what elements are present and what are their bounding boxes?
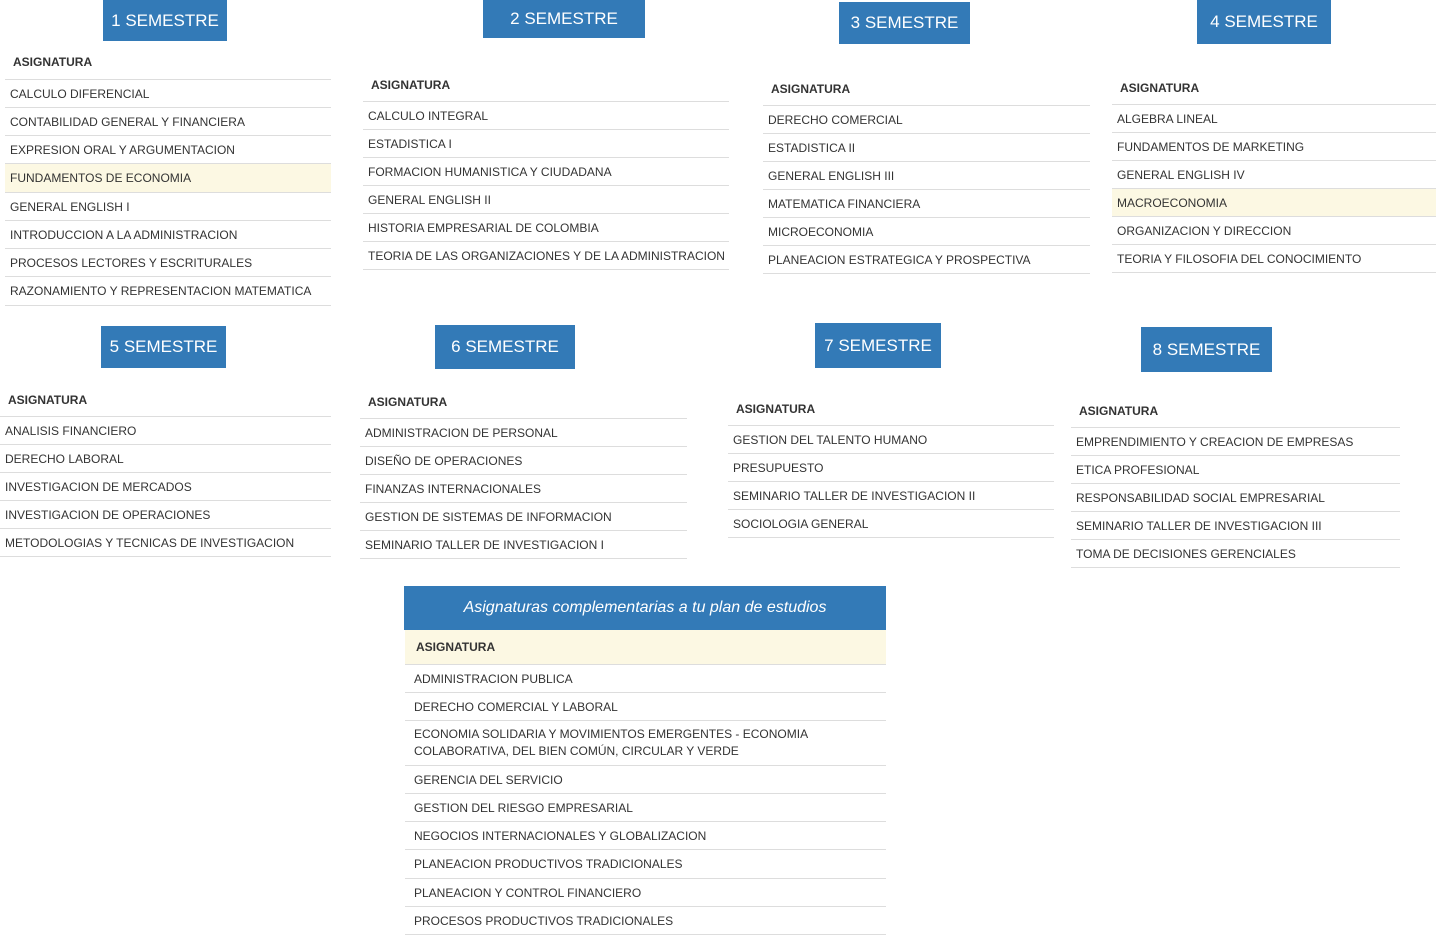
subject-row[interactable]: ESTADISTICA II <box>763 134 1090 162</box>
table-header: ASIGNATURA <box>405 630 886 665</box>
subject-row[interactable]: ADMINISTRACION DE PERSONAL <box>360 419 687 447</box>
subject-line: ECONOMIA SOLIDARIA Y MOVIMIENTOS EMERGEN… <box>414 727 809 741</box>
subject-row[interactable]: GENERAL ENGLISH IV <box>1112 161 1436 189</box>
subject-row[interactable]: GENERAL ENGLISH I <box>5 193 331 221</box>
subject-row[interactable]: INVESTIGACION DE OPERACIONES <box>0 501 331 529</box>
semester-6-table: ASIGNATURA ADMINISTRACION DE PERSONAL DI… <box>360 385 687 559</box>
subject-row[interactable]: SEMINARIO TALLER DE INVESTIGACION II <box>728 482 1054 510</box>
table-header: ASIGNATURA <box>728 392 1054 426</box>
table-header: ASIGNATURA <box>763 72 1090 106</box>
subject-row[interactable]: ETICA PROFESIONAL <box>1071 456 1400 484</box>
subject-row[interactable]: DERECHO LABORAL <box>0 445 331 473</box>
semester-2-button[interactable]: 2 SEMESTRE <box>483 0 645 38</box>
subject-row[interactable]: SOCIOLOGIA GENERAL <box>728 510 1054 538</box>
semester-8-button[interactable]: 8 SEMESTRE <box>1141 327 1272 372</box>
semester-5-table: ASIGNATURA ANALISIS FINANCIERO DERECHO L… <box>0 383 331 557</box>
subject-row[interactable]: GESTION DE SISTEMAS DE INFORMACION <box>360 503 687 531</box>
subject-row[interactable]: SEMINARIO TALLER DE INVESTIGACION III <box>1071 512 1400 540</box>
subject-row[interactable]: PLANEACION ESTRATEGICA Y PROSPECTIVA <box>763 246 1090 274</box>
subject-row-highlighted[interactable]: MACROECONOMIA <box>1112 189 1436 217</box>
subject-row[interactable]: PLANEACION Y CONTROL FINANCIERO <box>405 879 886 907</box>
subject-row[interactable]: DERECHO COMERCIAL <box>763 106 1090 134</box>
subject-row[interactable]: GESTION DEL RIESGO EMPRESARIAL <box>405 794 886 822</box>
table-header: ASIGNATURA <box>363 68 729 102</box>
subject-row[interactable]: PROCESOS PRODUCTIVOS TRADICIONALES <box>405 907 886 935</box>
semester-1-button[interactable]: 1 SEMESTRE <box>103 0 227 41</box>
subject-row[interactable]: TEORIA Y FILOSOFIA DEL CONOCIMIENTO <box>1112 245 1436 273</box>
subject-line: COLABORATIVA, DEL BIEN COMÚN, CIRCULAR Y… <box>414 744 739 758</box>
subject-row[interactable]: PRESUPUESTO <box>728 454 1054 482</box>
semester-5-button[interactable]: 5 SEMESTRE <box>101 326 226 368</box>
subject-row-highlighted[interactable]: FUNDAMENTOS DE ECONOMIA <box>5 164 331 193</box>
subject-row[interactable]: MICROECONOMIA <box>763 218 1090 246</box>
table-header: ASIGNATURA <box>360 385 687 419</box>
subject-row[interactable]: FORMACION HUMANISTICA Y CIUDADANA <box>363 158 729 186</box>
subject-row[interactable]: CALCULO DIFERENCIAL <box>5 80 331 108</box>
subject-row[interactable]: DERECHO COMERCIAL Y LABORAL <box>405 693 886 721</box>
complementary-title-button[interactable]: Asignaturas complementarias a tu plan de… <box>404 586 886 630</box>
semester-4-table: ASIGNATURA ALGEBRA LINEAL FUNDAMENTOS DE… <box>1112 71 1436 273</box>
semester-8-table: ASIGNATURA EMPRENDIMIENTO Y CREACION DE … <box>1071 394 1400 568</box>
subject-row[interactable]: NEGOCIOS INTERNACIONALES Y GLOBALIZACION <box>405 822 886 850</box>
semester-1-table: ASIGNATURA CALCULO DIFERENCIAL CONTABILI… <box>5 45 331 306</box>
complementary-table: ASIGNATURA ADMINISTRACION PUBLICA DERECH… <box>405 630 886 935</box>
subject-row[interactable]: ANALISIS FINANCIERO <box>0 417 331 445</box>
semester-6-button[interactable]: 6 SEMESTRE <box>435 325 575 369</box>
subject-row[interactable]: RAZONAMIENTO Y REPRESENTACION MATEMATICA <box>5 277 331 306</box>
subject-row[interactable]: TEORIA DE LAS ORGANIZACIONES Y DE LA ADM… <box>363 242 729 270</box>
subject-row[interactable]: EXPRESION ORAL Y ARGUMENTACION <box>5 136 331 164</box>
table-header: ASIGNATURA <box>1071 394 1400 428</box>
subject-row[interactable]: METODOLOGIAS Y TECNICAS DE INVESTIGACION <box>0 529 331 557</box>
subject-row[interactable]: PROCESOS LECTORES Y ESCRITURALES <box>5 249 331 277</box>
semester-3-button[interactable]: 3 SEMESTRE <box>839 2 970 44</box>
semester-4-button[interactable]: 4 SEMESTRE <box>1197 0 1331 44</box>
table-header: ASIGNATURA <box>5 45 331 80</box>
subject-row[interactable]: EMPRENDIMIENTO Y CREACION DE EMPRESAS <box>1071 428 1400 456</box>
semester-7-table: ASIGNATURA GESTION DEL TALENTO HUMANO PR… <box>728 392 1054 538</box>
subject-row[interactable]: INTRODUCCION A LA ADMINISTRACION <box>5 221 331 249</box>
subject-row[interactable]: TOMA DE DECISIONES GERENCIALES <box>1071 540 1400 568</box>
semester-3-table: ASIGNATURA DERECHO COMERCIAL ESTADISTICA… <box>763 72 1090 274</box>
table-header: ASIGNATURA <box>0 383 331 417</box>
subject-row[interactable]: HISTORIA EMPRESARIAL DE COLOMBIA <box>363 214 729 242</box>
subject-row[interactable]: ALGEBRA LINEAL <box>1112 105 1436 133</box>
subject-row[interactable]: ADMINISTRACION PUBLICA <box>405 665 886 693</box>
subject-row[interactable]: MATEMATICA FINANCIERA <box>763 190 1090 218</box>
table-header: ASIGNATURA <box>1112 71 1436 105</box>
subject-row[interactable]: DISEÑO DE OPERACIONES <box>360 447 687 475</box>
subject-row[interactable]: INVESTIGACION DE MERCADOS <box>0 473 331 501</box>
semester-7-button[interactable]: 7 SEMESTRE <box>815 323 941 368</box>
subject-row[interactable]: CALCULO INTEGRAL <box>363 102 729 130</box>
subject-row[interactable]: FINANZAS INTERNACIONALES <box>360 475 687 503</box>
subject-row[interactable]: CONTABILIDAD GENERAL Y FINANCIERA <box>5 108 331 136</box>
subject-row[interactable]: GENERAL ENGLISH III <box>763 162 1090 190</box>
subject-row[interactable]: SEMINARIO TALLER DE INVESTIGACION I <box>360 531 687 559</box>
semester-2-table: ASIGNATURA CALCULO INTEGRAL ESTADISTICA … <box>363 68 729 270</box>
subject-row[interactable]: ESTADISTICA I <box>363 130 729 158</box>
subject-row[interactable]: FUNDAMENTOS DE MARKETING <box>1112 133 1436 161</box>
subject-row[interactable]: GERENCIA DEL SERVICIO <box>405 766 886 794</box>
subject-row[interactable]: GENERAL ENGLISH II <box>363 186 729 214</box>
subject-row[interactable]: GESTION DEL TALENTO HUMANO <box>728 426 1054 454</box>
subject-row[interactable]: RESPONSABILIDAD SOCIAL EMPRESARIAL <box>1071 484 1400 512</box>
subject-row[interactable]: ORGANIZACION Y DIRECCION <box>1112 217 1436 245</box>
subject-row[interactable]: PLANEACION PRODUCTIVOS TRADICIONALES <box>405 850 886 879</box>
subject-row-multiline[interactable]: ECONOMIA SOLIDARIA Y MOVIMIENTOS EMERGEN… <box>405 721 886 766</box>
